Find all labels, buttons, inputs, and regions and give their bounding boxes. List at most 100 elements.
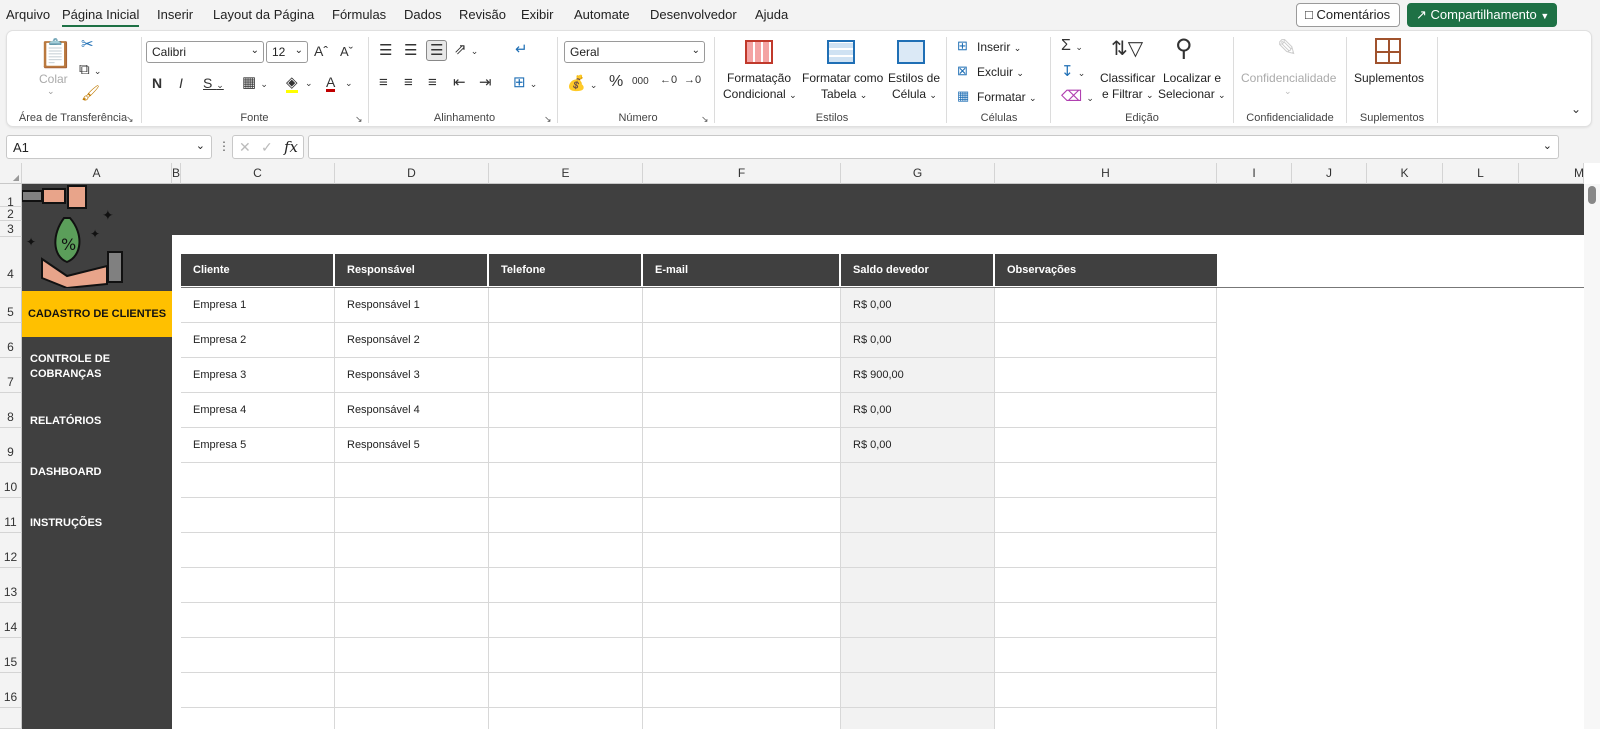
scroll-thumb[interactable] [1588,186,1596,204]
table-cell-telefone[interactable] [489,708,643,729]
menu-inserir[interactable]: Inserir [157,7,193,22]
sort-filter-label-2[interactable]: e Filtrar ⌄ [1102,87,1154,101]
col-header-f[interactable]: F [643,163,841,184]
row-header-5[interactable]: 5 [0,288,22,323]
table-cell-email[interactable] [643,533,841,568]
table-cell-obs[interactable] [995,638,1217,673]
th-observacoes[interactable]: Observações [995,254,1217,286]
table-cell-telefone[interactable] [489,288,643,323]
increase-decimal-icon[interactable]: ←0 [660,75,677,86]
table-cell-obs[interactable] [995,358,1217,393]
table-cell-cliente[interactable] [181,498,335,533]
row-header-13[interactable]: 13 [0,568,22,603]
nav-dashboard[interactable]: DASHBOARD [22,466,172,478]
table-cell-email[interactable] [643,498,841,533]
table-cell-cliente[interactable]: Empresa 1 [181,288,335,323]
select-all-corner[interactable]: ◢ [0,163,22,184]
table-cell-telefone[interactable] [489,603,643,638]
dialog-launcher-icon[interactable]: ↘ [355,114,363,125]
insert-cells-button[interactable]: Inserir ⌄ [977,40,1021,54]
table-cell-saldo[interactable] [841,498,995,533]
th-cliente[interactable]: Cliente [181,254,333,286]
row-header-3[interactable]: 3 [0,221,22,237]
format-painter-icon[interactable]: 🖌 [81,86,100,101]
table-cell-cliente[interactable]: Empresa 3 [181,358,335,393]
thousands-icon[interactable]: 000 [632,77,649,87]
table-cell-saldo[interactable]: R$ 0,00 [841,428,995,463]
col-header-c[interactable]: C [181,163,335,184]
increase-font-icon[interactable]: Aˆ [314,44,328,58]
percent-icon[interactable]: % [609,74,623,90]
table-cell-cliente[interactable]: Empresa 2 [181,323,335,358]
menu-layout[interactable]: Layout da Página [213,7,314,22]
table-cell-telefone[interactable] [489,393,643,428]
number-format-select[interactable]: Geral ⌄ [564,41,705,63]
fill-icon[interactable]: ↧ ⌄ [1061,64,1085,79]
insert-function-icon[interactable]: fx [284,138,298,156]
chevron-down-icon[interactable]: ⌄ [1543,139,1552,152]
table-cell-telefone[interactable] [489,638,643,673]
menu-automate[interactable]: Automate [574,7,630,22]
align-bottom-icon[interactable]: ☰ [426,40,448,61]
menu-pagina-inicial[interactable]: Página Inicial [62,7,139,22]
table-cell-email[interactable] [643,673,841,708]
dialog-launcher-icon[interactable]: ↘ [544,114,552,125]
table-cell-saldo[interactable] [841,708,995,729]
font-name-select[interactable]: Calibri ⌄ [146,41,264,63]
delete-cells-button[interactable]: Excluir ⌄ [977,65,1024,79]
sort-filter-label-1[interactable]: Classificar [1100,71,1155,85]
italic-icon[interactable]: I [179,76,183,90]
currency-icon[interactable]: 💰 ⌄ [567,76,597,91]
decrease-indent-icon[interactable]: ⇤ [453,75,466,90]
align-right-icon[interactable]: ≡ [428,75,437,90]
row-header-15[interactable]: 15 [0,638,22,673]
align-center-icon[interactable]: ≡ [404,75,413,90]
table-cell-responsavel[interactable] [335,708,489,729]
vertical-scrollbar[interactable] [1584,184,1600,729]
more-icon[interactable]: ⋮ [218,139,230,153]
table-cell-saldo[interactable] [841,463,995,498]
table-cell-saldo[interactable] [841,533,995,568]
table-cell-email[interactable] [643,603,841,638]
table-cell-telefone[interactable] [489,323,643,358]
copy-icon[interactable]: ⧉ ⌄ [79,62,101,77]
sort-filter-icon[interactable]: ⇅▽ [1111,39,1143,59]
format-table-label-2[interactable]: Tabela ⌄ [821,87,867,101]
addins-icon[interactable] [1375,38,1401,64]
row-header-6[interactable]: 6 [0,323,22,358]
table-cell-email[interactable] [643,288,841,323]
table-cell-responsavel[interactable]: Responsável 2 [335,323,489,358]
table-cell-saldo[interactable] [841,568,995,603]
table-cell-obs[interactable] [995,603,1217,638]
find-select-label-2[interactable]: Selecionar ⌄ [1158,87,1226,101]
col-header-l[interactable]: L [1443,163,1519,184]
table-cell-cliente[interactable] [181,673,335,708]
table-cell-telefone[interactable] [489,358,643,393]
delete-cells-icon[interactable]: ⊠ [957,64,968,77]
col-header-h[interactable]: H [995,163,1217,184]
menu-exibir[interactable]: Exibir [521,7,554,22]
row-header-16[interactable]: 16 [0,673,22,708]
table-cell-responsavel[interactable] [335,603,489,638]
table-cell-saldo[interactable]: R$ 900,00 [841,358,995,393]
share-button[interactable]: ↗ Compartilhamento ▼ [1407,3,1557,27]
dialog-launcher-icon[interactable]: ↘ [701,114,709,125]
table-cell-saldo[interactable]: R$ 0,00 [841,288,995,323]
cell-styles-label-1[interactable]: Estilos de [888,71,940,85]
table-cell-saldo[interactable]: R$ 0,00 [841,323,995,358]
row-header-11[interactable]: 11 [0,498,22,533]
format-table-icon[interactable] [827,40,855,64]
decrease-decimal-icon[interactable]: →0 [684,75,701,86]
nav-instrucoes[interactable]: INSTRUÇÕES [22,517,172,529]
row-header-2[interactable]: 2 [0,207,22,221]
table-cell-obs[interactable] [995,428,1217,463]
dialog-launcher-icon[interactable]: ↘ [126,114,134,125]
nav-relatorios[interactable]: RELATÓRIOS [22,415,172,427]
table-cell-saldo[interactable] [841,603,995,638]
table-cell-telefone[interactable] [489,533,643,568]
font-color-icon[interactable]: A [326,75,336,92]
table-cell-telefone[interactable] [489,428,643,463]
nav-controle-cobrancas[interactable]: CONTROLE DE COBRANÇAS [22,353,172,380]
orientation-icon[interactable]: ⇗ ⌄ [454,42,478,57]
find-select-label-1[interactable]: Localizar e [1163,71,1221,85]
